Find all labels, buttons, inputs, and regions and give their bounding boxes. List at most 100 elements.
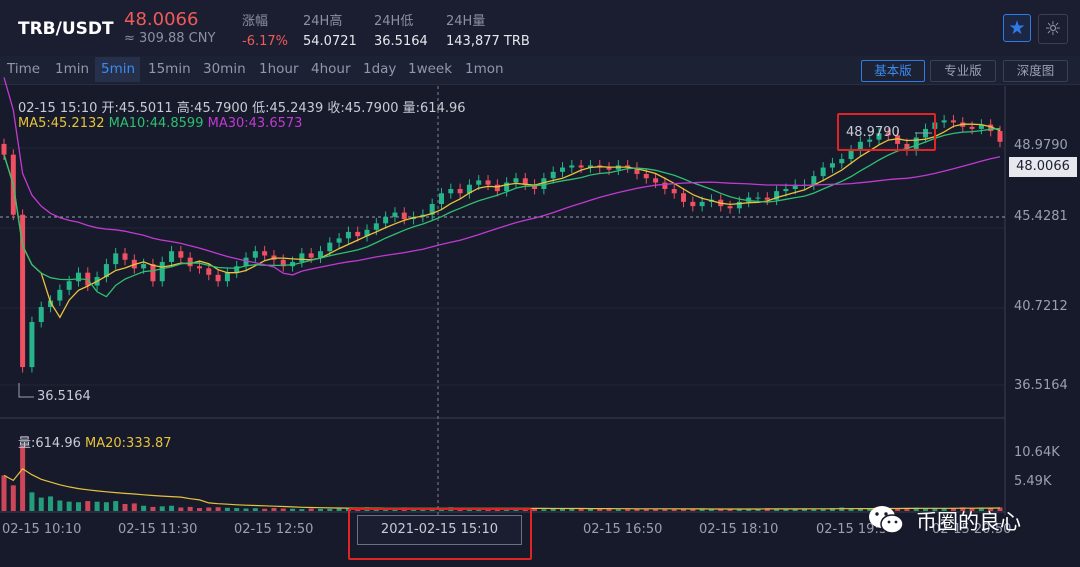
candle-body [783,188,789,192]
volume-ma20-line [3,468,1001,510]
volume-readout: 量:614.96 MA20:333.87 [18,432,172,451]
volume-bar [196,508,202,511]
candle-body [643,173,649,179]
volume-bar [75,502,81,511]
volume-bar [587,509,593,511]
volume-bar [29,492,35,511]
volume-bar [252,508,258,511]
candle-body [66,281,72,290]
time-tick: 02-15 16:50 [583,522,663,537]
candle-body [38,307,44,323]
volume-bar [1,475,7,511]
candle-body [29,322,35,368]
volume-bar [690,509,696,511]
candle-body [262,251,268,256]
volume-bar [234,508,240,511]
candle-body [829,163,835,168]
price-tick: 48.9790 [1014,138,1068,153]
volume-bar [308,508,314,511]
volume-bar [66,501,72,511]
ma30-value: MA30:43.6573 [207,116,303,131]
candle-body [150,264,156,282]
volume-bar [10,485,16,511]
volume-bar [541,509,547,511]
volume-bar [271,507,277,511]
watermark-text: 币圈的良心 [916,510,1021,534]
ohlc-low: 低:45.2439 [252,101,324,116]
candle-body [355,231,361,237]
ohlc-time: 02-15 15:10 [18,101,98,116]
date-highlight-box [348,508,532,560]
candle-body [373,223,379,230]
price-tick: 36.5164 [1014,378,1068,393]
candle-body [839,158,845,164]
volume-bars-group [1,445,1003,511]
candle-body [448,188,454,194]
ohlc-high: 高:45.7900 [176,101,248,116]
candle-body [178,251,184,258]
candle-body [476,180,482,185]
candle-body [308,253,314,258]
candle-body [550,171,556,179]
volume-bar [280,508,286,511]
candle-body [438,193,444,205]
kline-chart[interactable] [0,0,1080,567]
volume-bar [48,496,54,511]
candle-body [327,242,333,252]
volume-bar [94,501,100,511]
candle-body [57,289,63,301]
volume-bar [131,503,137,511]
candle-body [764,197,770,200]
candle-body [494,184,500,192]
candle-body [950,120,956,123]
candle-body [848,150,854,159]
candle-body [215,274,221,282]
candle-body [206,268,212,275]
candle-body [159,261,165,282]
time-tick: 02-15 10:10 [2,522,82,537]
candle-body [457,188,463,194]
volume-bar [103,502,109,511]
candle-body [820,167,826,177]
candle-body [401,212,407,220]
volume-bar [615,509,621,511]
candle-body [671,188,677,194]
ohlc-readout: 02-15 15:10 开:45.5011 高:45.7900 低:45.243… [18,97,466,116]
volume-tick: 10.64K [1014,445,1060,460]
volume-value: 量:614.96 [18,436,81,451]
volume-bar [150,506,156,511]
time-tick: 02-15 11:30 [118,522,198,537]
volume-bar [141,505,147,511]
candle-body [578,165,584,168]
ohlc-open: 开:45.5011 [101,101,173,116]
ma5-value: MA5:45.2132 [18,116,105,131]
volume-bar [206,507,212,511]
candle-body [699,201,705,207]
candle-body [681,193,687,202]
volume-bar [262,508,268,511]
price-tick: 45.4281 [1014,209,1068,224]
candles-group [1,114,1003,373]
volume-bar [159,506,165,511]
candle-body [606,167,612,170]
candle-body [569,165,575,168]
candle-body [336,238,342,243]
volume-bar [299,509,305,511]
candle-body [811,176,817,185]
candle-body [690,201,696,207]
volume-bar [317,508,323,511]
volume-bar [20,445,26,511]
candle-body [653,178,659,183]
candle-body [187,257,193,267]
volume-bar [532,508,538,511]
candle-body [299,253,305,262]
candle-body [1,143,7,155]
volume-bar [327,508,333,511]
volume-bar [113,501,119,511]
volume-bar [215,507,221,511]
price-tick: 40.7212 [1014,299,1068,314]
volume-bar [578,508,584,511]
candle-body [141,264,147,269]
wechat-icon [869,506,904,534]
volume-ma20-value: MA20:333.87 [85,436,172,451]
